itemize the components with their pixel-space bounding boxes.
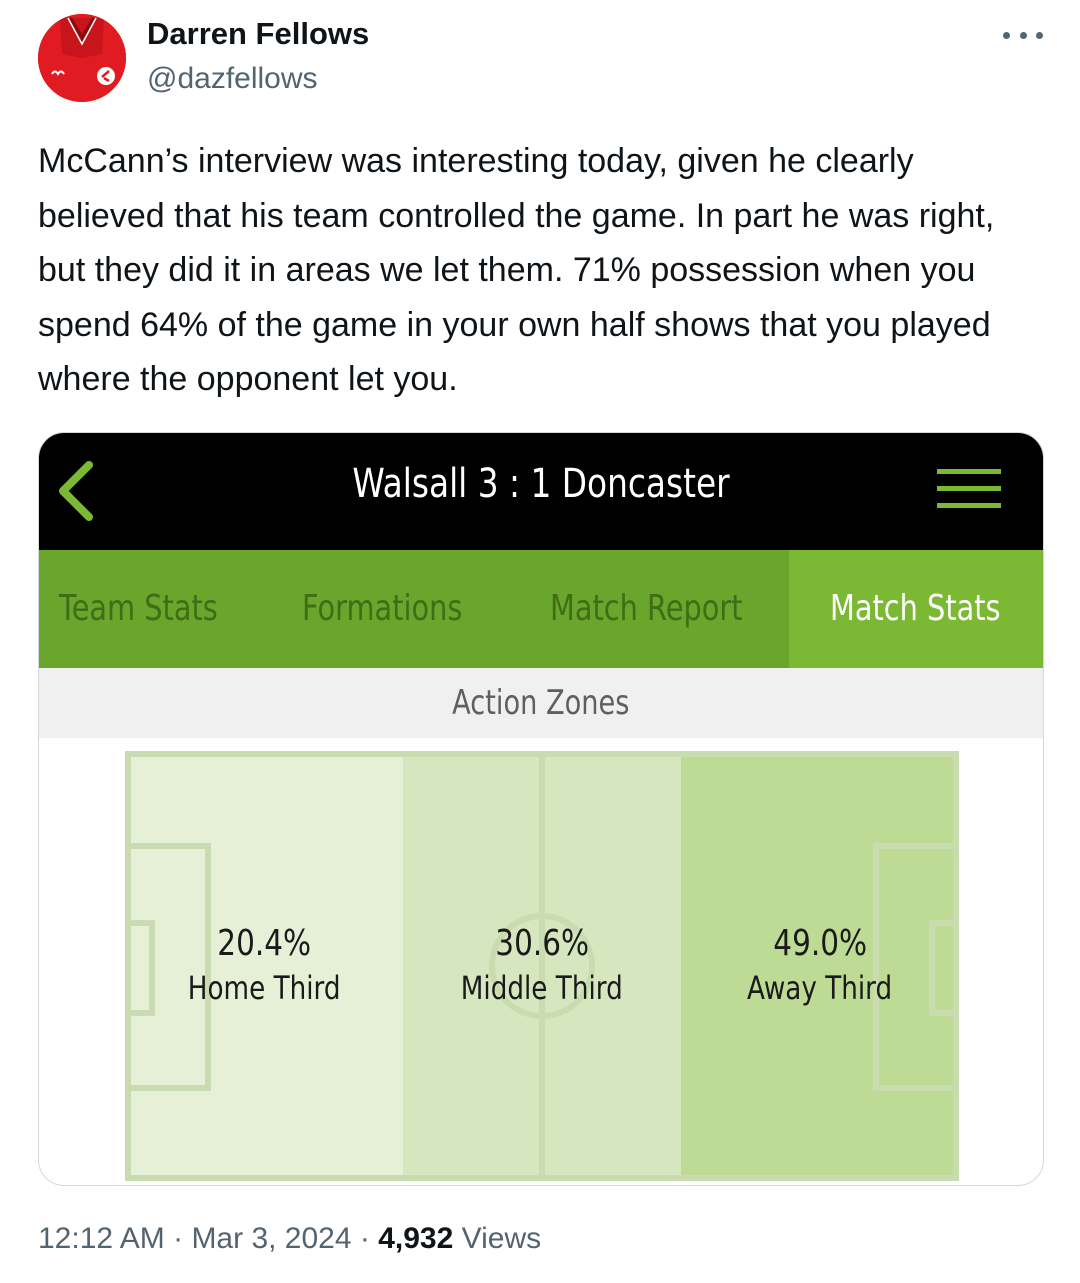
app-header: Walsall 3 : 1 Doncaster xyxy=(39,433,1043,550)
tab-label: Team Stats xyxy=(59,588,218,629)
back-chevron-icon[interactable] xyxy=(53,459,103,523)
tweet-meta: 12:12 AM · Mar 3, 2024 · 4,932 Views xyxy=(38,1222,541,1256)
tab-bar: Team Stats Formations Match Report Match… xyxy=(39,550,1043,668)
tab-formations[interactable]: Formations xyxy=(302,550,502,668)
zone-value-text: 20.4% xyxy=(217,923,311,964)
tab-label: Formations xyxy=(302,588,463,629)
hamburger-menu-icon[interactable] xyxy=(937,469,1001,509)
zone-away: 49.0% Away Third xyxy=(681,921,959,1009)
menu-line xyxy=(937,486,1001,491)
section-title: Action Zones xyxy=(39,668,1043,738)
zone-value-text: 49.0% xyxy=(773,923,867,964)
dot xyxy=(1003,31,1010,39)
views-count: 4,932 xyxy=(378,1222,454,1255)
meta-separator: · xyxy=(351,1222,379,1255)
zone-label-text: Home Third xyxy=(187,969,341,1007)
tab-match-stats[interactable]: Match Stats xyxy=(789,550,1043,668)
zone-label-text: Away Third xyxy=(747,969,893,1007)
more-options-icon[interactable] xyxy=(1003,22,1043,48)
avatar[interactable] xyxy=(38,14,126,102)
zone-value: 20.4% xyxy=(125,921,403,967)
author-name[interactable]: Darren Fellows xyxy=(147,16,369,52)
zone-middle: 30.6% Middle Third xyxy=(403,921,681,1009)
views-label: Views xyxy=(461,1222,542,1255)
match-title: Walsall 3 : 1 Doncaster xyxy=(352,461,730,507)
tab-label: Match Stats xyxy=(830,588,1001,629)
zone-label: Middle Third xyxy=(403,967,681,1009)
menu-line xyxy=(937,469,1001,474)
author-handle[interactable]: @dazfellows xyxy=(147,62,318,96)
zone-value: 30.6% xyxy=(403,921,681,967)
menu-line xyxy=(937,503,1001,508)
zone-home: 20.4% Home Third xyxy=(125,921,403,1009)
dot xyxy=(1036,31,1043,39)
zone-value-text: 30.6% xyxy=(495,923,589,964)
action-zones-pitch: 20.4% Home Third 30.6% Middle Third 49.0… xyxy=(125,751,959,1181)
zone-label: Away Third xyxy=(681,967,959,1009)
section-title-text: Action Zones xyxy=(452,683,630,723)
tweet-date[interactable]: Mar 3, 2024 xyxy=(191,1222,351,1255)
tweet-time[interactable]: 12:12 AM xyxy=(38,1222,165,1255)
zone-value: 49.0% xyxy=(681,921,959,967)
tab-match-report[interactable]: Match Report xyxy=(550,550,780,668)
tab-team-stats[interactable]: Team Stats xyxy=(59,550,279,668)
media-card[interactable]: Walsall 3 : 1 Doncaster Team Stats Forma… xyxy=(38,432,1044,1186)
tweet-text: McCann’s interview was interesting today… xyxy=(38,142,995,398)
zone-label-text: Middle Third xyxy=(461,969,623,1007)
zone-label: Home Third xyxy=(125,967,403,1009)
meta-separator: · xyxy=(164,1222,192,1255)
football-shirt-icon xyxy=(38,14,126,102)
dot xyxy=(1019,31,1027,39)
tab-label: Match Report xyxy=(550,588,743,629)
